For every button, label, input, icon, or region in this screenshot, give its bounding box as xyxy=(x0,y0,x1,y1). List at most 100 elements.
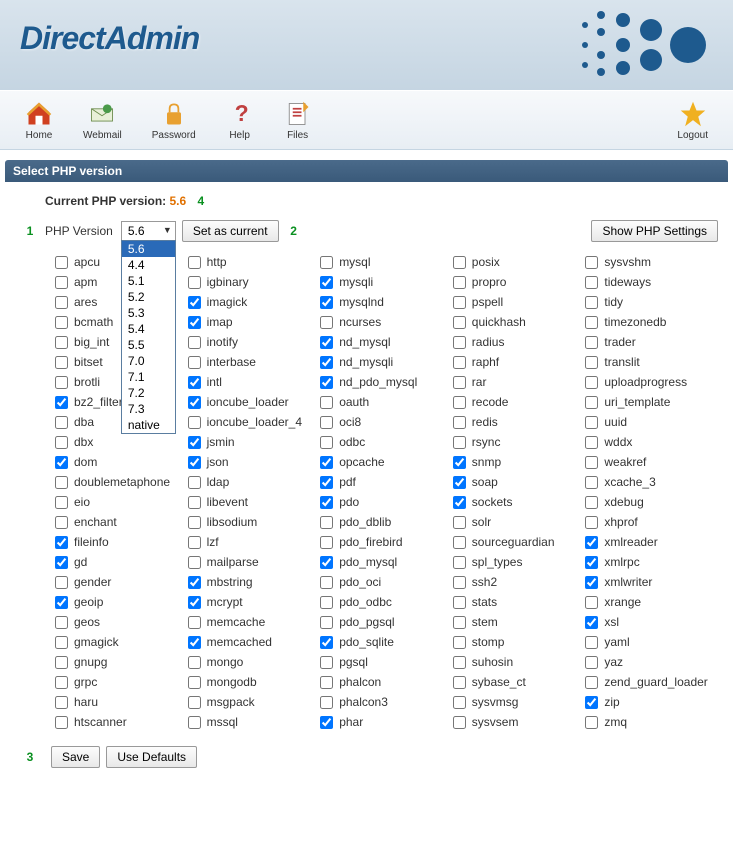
ext-item-redis[interactable]: redis xyxy=(453,412,586,432)
ext-item-oci8[interactable]: oci8 xyxy=(320,412,453,432)
ext-item-zend_guard_loader[interactable]: zend_guard_loader xyxy=(585,672,718,692)
ext-checkbox-sybase_ct[interactable] xyxy=(453,676,466,689)
ext-item-snmp[interactable]: snmp xyxy=(453,452,586,472)
ext-item-xhprof[interactable]: xhprof xyxy=(585,512,718,532)
ext-checkbox-posix[interactable] xyxy=(453,256,466,269)
ext-item-libsodium[interactable]: libsodium xyxy=(188,512,321,532)
ext-checkbox-http[interactable] xyxy=(188,256,201,269)
ext-item-uuid[interactable]: uuid xyxy=(585,412,718,432)
ext-item-soap[interactable]: soap xyxy=(453,472,586,492)
ext-checkbox-enchant[interactable] xyxy=(55,516,68,529)
ext-checkbox-gender[interactable] xyxy=(55,576,68,589)
ext-checkbox-yaz[interactable] xyxy=(585,656,598,669)
ext-item-pdo_odbc[interactable]: pdo_odbc xyxy=(320,592,453,612)
ext-item-trader[interactable]: trader xyxy=(585,332,718,352)
php-version-option-5-4[interactable]: 5.4 xyxy=(122,321,175,337)
ext-item-ssh2[interactable]: ssh2 xyxy=(453,572,586,592)
ext-checkbox-pdo_odbc[interactable] xyxy=(320,596,333,609)
ext-checkbox-nd_pdo_mysql[interactable] xyxy=(320,376,333,389)
ext-checkbox-gd[interactable] xyxy=(55,556,68,569)
ext-checkbox-sysvsem[interactable] xyxy=(453,716,466,729)
ext-item-dbx[interactable]: dbx xyxy=(55,432,188,452)
ext-checkbox-memcached[interactable] xyxy=(188,636,201,649)
php-version-option-7-0[interactable]: 7.0 xyxy=(122,353,175,369)
ext-item-pdo_firebird[interactable]: pdo_firebird xyxy=(320,532,453,552)
ext-item-suhosin[interactable]: suhosin xyxy=(453,652,586,672)
ext-checkbox-xrange[interactable] xyxy=(585,596,598,609)
ext-item-ioncube_loader[interactable]: ioncube_loader xyxy=(188,392,321,412)
ext-checkbox-grpc[interactable] xyxy=(55,676,68,689)
ext-checkbox-uuid[interactable] xyxy=(585,416,598,429)
toolbar-logout[interactable]: Logout xyxy=(662,95,723,146)
ext-checkbox-pdo_oci[interactable] xyxy=(320,576,333,589)
ext-item-xdebug[interactable]: xdebug xyxy=(585,492,718,512)
ext-checkbox-sysvmsg[interactable] xyxy=(453,696,466,709)
ext-checkbox-spl_types[interactable] xyxy=(453,556,466,569)
ext-checkbox-mbstring[interactable] xyxy=(188,576,201,589)
ext-checkbox-dbx[interactable] xyxy=(55,436,68,449)
ext-checkbox-xmlrpc[interactable] xyxy=(585,556,598,569)
ext-item-imagick[interactable]: imagick xyxy=(188,292,321,312)
ext-item-mongo[interactable]: mongo xyxy=(188,652,321,672)
show-php-settings-button[interactable]: Show PHP Settings xyxy=(591,220,718,242)
ext-checkbox-memcache[interactable] xyxy=(188,616,201,629)
ext-checkbox-ncurses[interactable] xyxy=(320,316,333,329)
ext-item-tidy[interactable]: tidy xyxy=(585,292,718,312)
php-version-option-5-5[interactable]: 5.5 xyxy=(122,337,175,353)
ext-checkbox-raphf[interactable] xyxy=(453,356,466,369)
ext-checkbox-mongo[interactable] xyxy=(188,656,201,669)
ext-item-pdf[interactable]: pdf xyxy=(320,472,453,492)
ext-checkbox-ioncube_loader[interactable] xyxy=(188,396,201,409)
ext-item-pdo_dblib[interactable]: pdo_dblib xyxy=(320,512,453,532)
ext-item-solr[interactable]: solr xyxy=(453,512,586,532)
ext-item-memcached[interactable]: memcached xyxy=(188,632,321,652)
ext-checkbox-timezonedb[interactable] xyxy=(585,316,598,329)
php-version-option-4-4[interactable]: 4.4 xyxy=(122,257,175,273)
ext-item-gender[interactable]: gender xyxy=(55,572,188,592)
ext-item-fileinfo[interactable]: fileinfo xyxy=(55,532,188,552)
ext-item-spl_types[interactable]: spl_types xyxy=(453,552,586,572)
ext-checkbox-soap[interactable] xyxy=(453,476,466,489)
ext-checkbox-mysqlnd[interactable] xyxy=(320,296,333,309)
ext-item-stem[interactable]: stem xyxy=(453,612,586,632)
toolbar-password[interactable]: Password xyxy=(137,95,211,146)
ext-checkbox-stomp[interactable] xyxy=(453,636,466,649)
ext-item-phalcon3[interactable]: phalcon3 xyxy=(320,692,453,712)
ext-item-haru[interactable]: haru xyxy=(55,692,188,712)
ext-item-translit[interactable]: translit xyxy=(585,352,718,372)
ext-item-nd_mysqli[interactable]: nd_mysqli xyxy=(320,352,453,372)
ext-checkbox-dom[interactable] xyxy=(55,456,68,469)
ext-checkbox-lzf[interactable] xyxy=(188,536,201,549)
ext-item-xmlreader[interactable]: xmlreader xyxy=(585,532,718,552)
ext-item-xrange[interactable]: xrange xyxy=(585,592,718,612)
ext-item-xmlrpc[interactable]: xmlrpc xyxy=(585,552,718,572)
ext-item-gnupg[interactable]: gnupg xyxy=(55,652,188,672)
php-version-option-5-3[interactable]: 5.3 xyxy=(122,305,175,321)
ext-item-msgpack[interactable]: msgpack xyxy=(188,692,321,712)
ext-checkbox-zip[interactable] xyxy=(585,696,598,709)
ext-item-pdo_mysql[interactable]: pdo_mysql xyxy=(320,552,453,572)
ext-checkbox-uploadprogress[interactable] xyxy=(585,376,598,389)
ext-checkbox-xmlreader[interactable] xyxy=(585,536,598,549)
ext-item-sysvshm[interactable]: sysvshm xyxy=(585,252,718,272)
ext-item-pspell[interactable]: pspell xyxy=(453,292,586,312)
toolbar-help[interactable]: ? Help xyxy=(211,95,269,146)
ext-checkbox-oauth[interactable] xyxy=(320,396,333,409)
ext-checkbox-sysvshm[interactable] xyxy=(585,256,598,269)
ext-checkbox-mssql[interactable] xyxy=(188,716,201,729)
ext-checkbox-tidy[interactable] xyxy=(585,296,598,309)
ext-item-mongodb[interactable]: mongodb xyxy=(188,672,321,692)
ext-checkbox-translit[interactable] xyxy=(585,356,598,369)
ext-checkbox-trader[interactable] xyxy=(585,336,598,349)
ext-checkbox-nd_mysqli[interactable] xyxy=(320,356,333,369)
ext-item-mbstring[interactable]: mbstring xyxy=(188,572,321,592)
php-version-option-7-3[interactable]: 7.3 xyxy=(122,401,175,417)
ext-checkbox-pdo_mysql[interactable] xyxy=(320,556,333,569)
ext-checkbox-suhosin[interactable] xyxy=(453,656,466,669)
ext-checkbox-inotify[interactable] xyxy=(188,336,201,349)
ext-item-xmlwriter[interactable]: xmlwriter xyxy=(585,572,718,592)
ext-checkbox-xmlwriter[interactable] xyxy=(585,576,598,589)
ext-checkbox-zmq[interactable] xyxy=(585,716,598,729)
ext-item-lzf[interactable]: lzf xyxy=(188,532,321,552)
ext-checkbox-pdf[interactable] xyxy=(320,476,333,489)
